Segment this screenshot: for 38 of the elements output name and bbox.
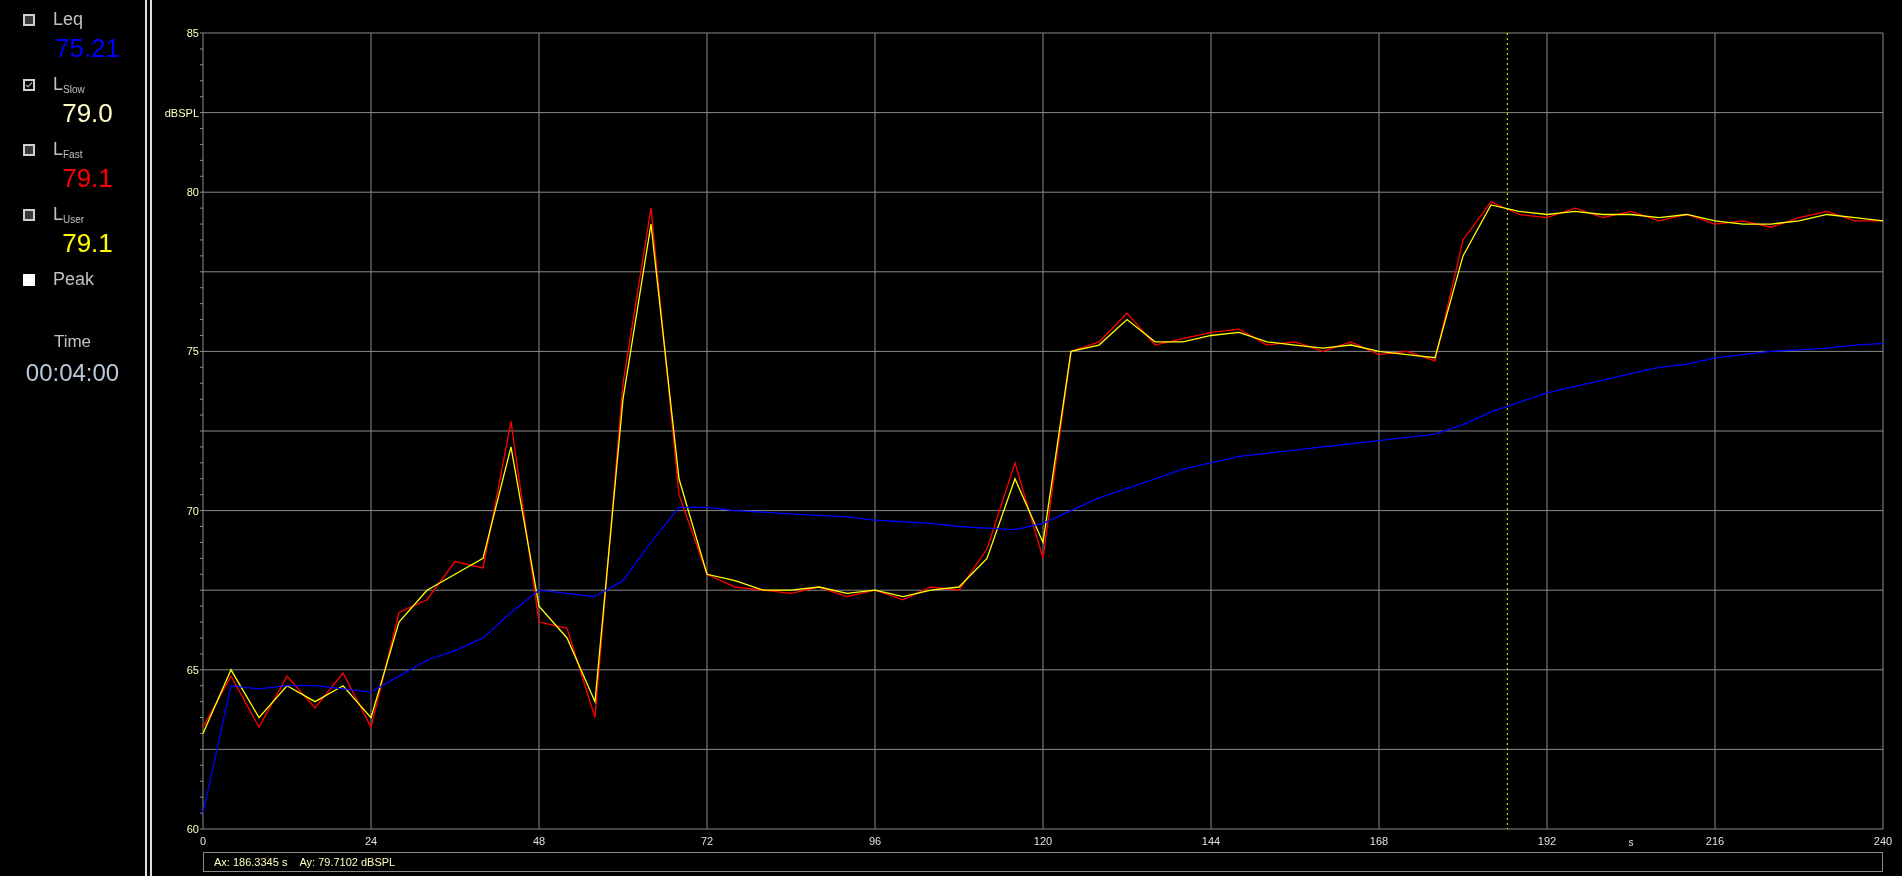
time-label: Time [53, 331, 92, 353]
axis-label: 144 [1201, 835, 1221, 847]
meter-label: Peak [53, 268, 95, 291]
meter-value: 79.1 [62, 163, 113, 193]
axis-label: 72 [700, 835, 714, 847]
axis-label: 70 [186, 504, 199, 517]
axis-label: 48 [532, 835, 546, 847]
axis-label: 216 [1705, 835, 1725, 847]
axis-label: 192 [1537, 835, 1557, 847]
meter-label: L$_{User}$ [53, 203, 85, 227]
x-readout: Ax: 186.3345 s [214, 854, 288, 870]
meter-value: 79.1 [62, 228, 113, 258]
axis-label: 24 [364, 835, 378, 847]
axis-label: 75 [186, 345, 199, 358]
meter-label: L$_{Slow}$ [53, 73, 85, 97]
checked-checkbox[interactable] [23, 78, 35, 91]
axis-label: 96 [868, 835, 882, 847]
checkbox[interactable] [23, 143, 35, 156]
meter-value: 79.0 [62, 98, 113, 128]
meter-label: L$_{Fast}$ [53, 138, 83, 162]
meter-label: Leq [53, 8, 84, 31]
axis-label: 60 [186, 823, 199, 835]
axis-label: 240 [1873, 835, 1893, 847]
checkbox[interactable] [23, 208, 35, 221]
axis-label: 65 [186, 663, 199, 676]
y-readout: Ay: 79.7102 dBSPL [299, 854, 396, 870]
axis-title: dBSPL [164, 106, 199, 119]
check-icon [25, 80, 33, 89]
axis-label: 0 [199, 835, 207, 847]
cursor-line[interactable] [1506, 32, 1508, 830]
axis-label: 85 [186, 27, 199, 39]
time-value: 00:04:00 [25, 357, 120, 388]
axis-label: 80 [186, 186, 199, 199]
checkbox[interactable] [23, 13, 35, 26]
axis-title: s [1628, 837, 1634, 848]
axis-label: 120 [1033, 835, 1053, 847]
axis-label: 168 [1369, 835, 1389, 847]
meter-value: 75.21 [54, 33, 121, 63]
